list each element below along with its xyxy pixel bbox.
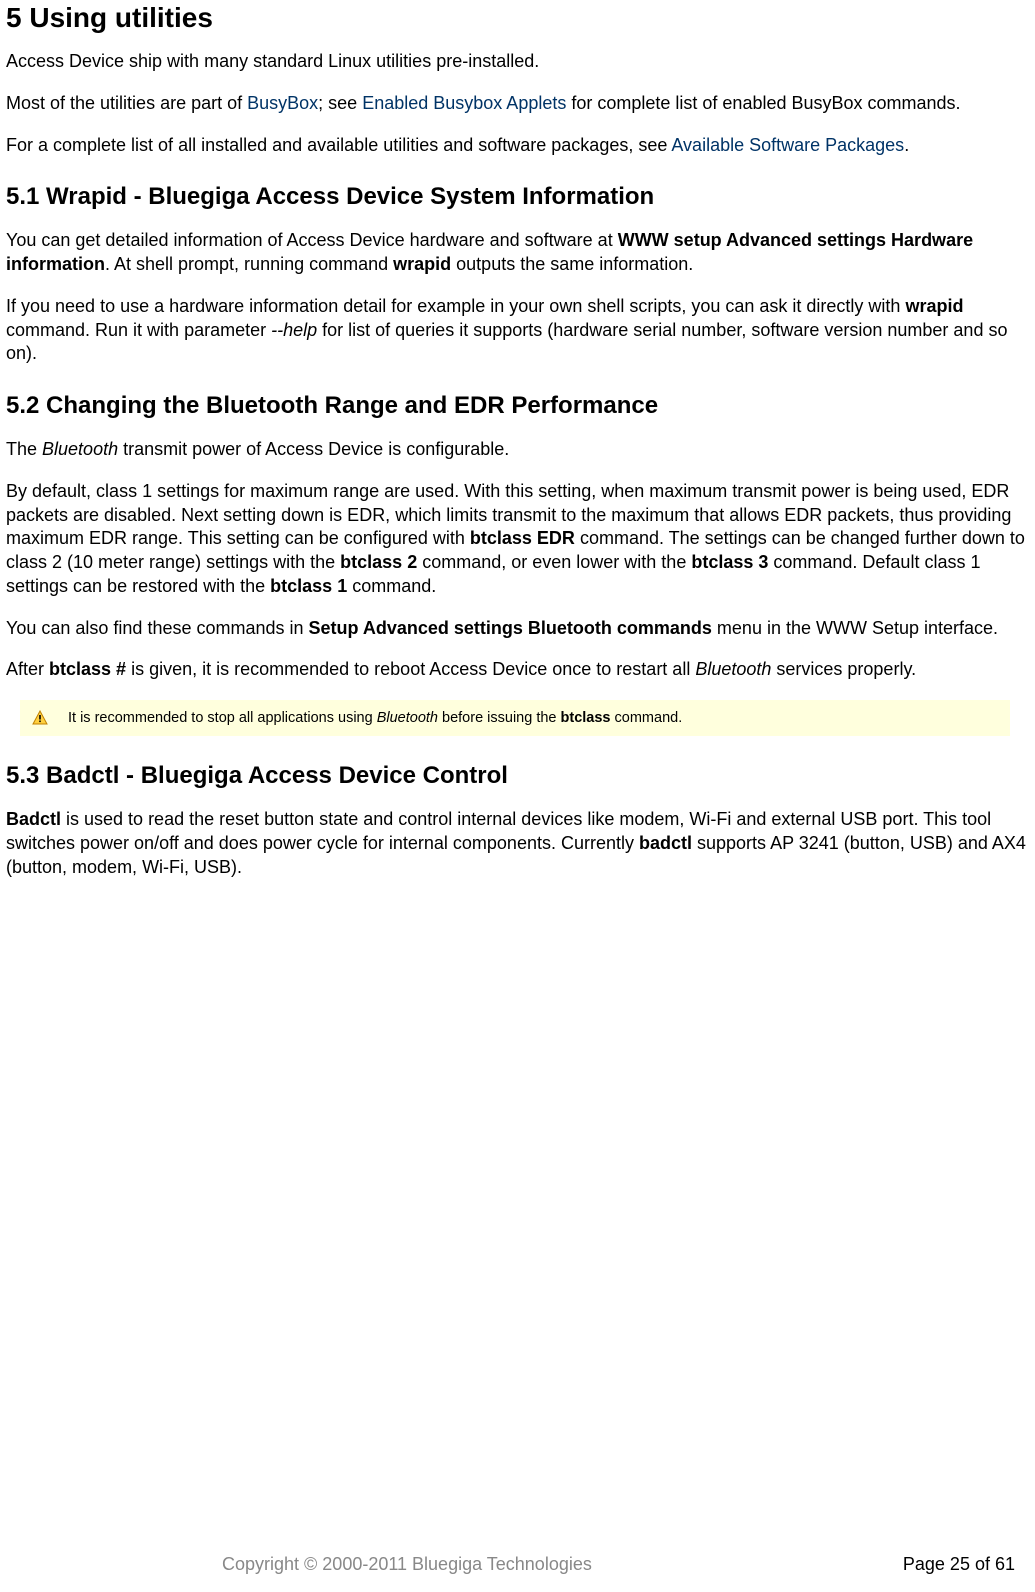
text: You can also find these commands in xyxy=(6,618,309,638)
text: Most of the utilities are part of xyxy=(6,93,247,113)
text: . At shell prompt, running command xyxy=(105,254,393,274)
text: The xyxy=(6,439,42,459)
bold-text: btclass 1 xyxy=(270,576,347,596)
heading-5-2: 5.2 Changing the Bluetooth Range and EDR… xyxy=(6,392,1029,420)
paragraph: The Bluetooth transmit power of Access D… xyxy=(6,438,1029,462)
bold-text: btclass EDR xyxy=(470,528,575,548)
paragraph: Most of the utilities are part of BusyBo… xyxy=(6,92,1029,116)
text: command. xyxy=(611,710,683,726)
text: . xyxy=(904,135,909,155)
bold-text: btclass # xyxy=(49,659,126,679)
text: If you need to use a hardware informatio… xyxy=(6,296,905,316)
heading-5-3: 5.3 Badctl - Bluegiga Access Device Cont… xyxy=(6,762,1029,790)
paragraph: By default, class 1 settings for maximum… xyxy=(6,480,1029,599)
link-available-software-packages[interactable]: Available Software Packages xyxy=(671,135,904,155)
paragraph: If you need to use a hardware informatio… xyxy=(6,295,1029,366)
italic-text: Bluetooth xyxy=(42,439,118,459)
paragraph: Access Device ship with many standard Li… xyxy=(6,50,1029,74)
bold-text: Setup Advanced settings Bluetooth comman… xyxy=(309,618,712,638)
paragraph: Badctl is used to read the reset button … xyxy=(6,808,1029,879)
document-page: 5 Using utilities Access Device ship wit… xyxy=(0,0,1035,1592)
text: ; see xyxy=(318,93,362,113)
text: command. Run it with parameter xyxy=(6,320,271,340)
text: After xyxy=(6,659,49,679)
text: You can get detailed information of Acce… xyxy=(6,230,618,250)
text: transmit power of Access Device is confi… xyxy=(118,439,509,459)
link-busybox[interactable]: BusyBox xyxy=(247,93,318,113)
italic-text: Bluetooth xyxy=(377,710,438,726)
bold-text: wrapid xyxy=(393,254,451,274)
paragraph: You can also find these commands in Setu… xyxy=(6,617,1029,641)
text: outputs the same information. xyxy=(451,254,693,274)
paragraph: You can get detailed information of Acce… xyxy=(6,229,1029,277)
text: It is recommended to stop all applicatio… xyxy=(68,710,377,726)
paragraph: For a complete list of all installed and… xyxy=(6,134,1029,158)
heading-5-1: 5.1 Wrapid - Bluegiga Access Device Syst… xyxy=(6,183,1029,211)
bold-text: btclass 2 xyxy=(340,552,417,572)
bold-text: btclass xyxy=(561,710,611,726)
text: is given, it is recommended to reboot Ac… xyxy=(126,659,695,679)
footer-page-number: Page 25 of 61 xyxy=(903,1554,1015,1575)
text: command, or even lower with the xyxy=(417,552,691,572)
heading-5: 5 Using utilities xyxy=(6,2,1029,34)
italic-text: --help xyxy=(271,320,317,340)
warning-icon xyxy=(32,710,48,726)
note-box: It is recommended to stop all applicatio… xyxy=(20,700,1010,736)
paragraph: After btclass # is given, it is recommen… xyxy=(6,658,1029,682)
footer-copyright: Copyright © 2000-2011 Bluegiga Technolog… xyxy=(222,1554,592,1575)
text: services properly. xyxy=(771,659,916,679)
text: before issuing the xyxy=(438,710,561,726)
text: command. xyxy=(347,576,436,596)
italic-text: Bluetooth xyxy=(695,659,771,679)
note-text: It is recommended to stop all applicatio… xyxy=(68,710,682,726)
bold-text: wrapid xyxy=(905,296,963,316)
bold-text: badctl xyxy=(639,833,692,853)
bold-text: Badctl xyxy=(6,809,61,829)
text: For a complete list of all installed and… xyxy=(6,135,671,155)
bold-text: btclass 3 xyxy=(691,552,768,572)
text: menu in the WWW Setup interface. xyxy=(712,618,998,638)
text: for complete list of enabled BusyBox com… xyxy=(566,93,960,113)
link-enabled-busybox-applets[interactable]: Enabled Busybox Applets xyxy=(362,93,566,113)
